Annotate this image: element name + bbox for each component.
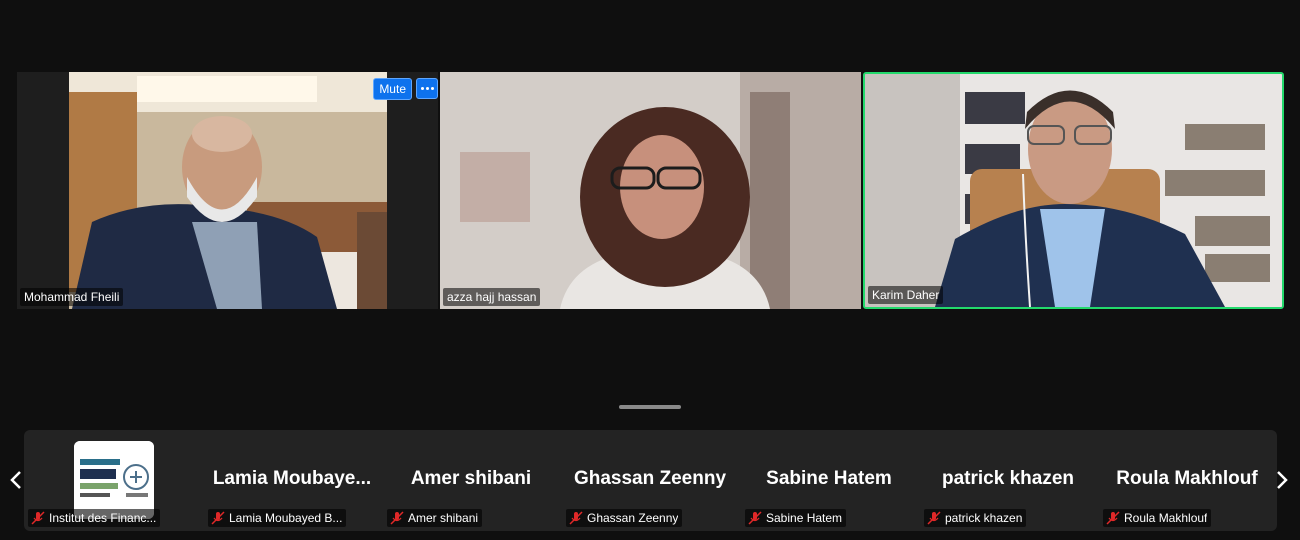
participant-name-tag: Mohammad Fheili — [20, 288, 124, 306]
participant-name-tag: azza hajj hassan — [443, 288, 541, 306]
muted-microphone-icon — [927, 511, 941, 525]
participant-name-tag: Roula Makhlouf — [1103, 509, 1212, 527]
participant-display-name: Lamia Moubaye... — [212, 468, 372, 489]
participant-name-tag: Institut des Financ... — [28, 509, 161, 527]
muted-microphone-icon — [390, 511, 404, 525]
video-tile-karim-daher[interactable]: Karim Daher — [863, 72, 1284, 309]
gallery-participant-sabine-hatem[interactable]: Sabine Hatem Sabine Hatem — [741, 430, 917, 531]
muted-microphone-icon — [569, 511, 583, 525]
participant-logo — [74, 441, 154, 519]
muted-microphone-icon — [31, 511, 45, 525]
gallery-participant-roula-makhlouf[interactable]: Roula Makhlouf Roula Makhlouf — [1099, 430, 1275, 531]
video-tile-azza-hajj-hassan[interactable]: azza hajj hassan — [440, 72, 861, 309]
participant-name-tag: Karim Daher — [868, 286, 944, 304]
chevron-left-icon — [10, 471, 21, 489]
gallery-participant-ghassan-zeenny[interactable]: Ghassan Zeenny Ghassan Zeenny — [562, 430, 738, 531]
gallery-participant-institut[interactable]: Institut des Financ... — [24, 430, 200, 531]
mute-button[interactable]: Mute — [373, 78, 412, 100]
chevron-right-icon — [1277, 471, 1288, 489]
gallery-participant-lamia-moubayed[interactable]: Lamia Moubaye... Lamia Moubayed B... — [204, 430, 380, 531]
participant-name-tag: Lamia Moubayed B... — [208, 509, 347, 527]
participant-name-tag: Amer shibani — [387, 509, 483, 527]
participant-display-name: Roula Makhlouf — [1116, 468, 1258, 489]
participant-display-name: Amer shibani — [410, 468, 532, 489]
participant-display-name: patrick khazen — [942, 468, 1074, 489]
previous-page-button[interactable] — [6, 462, 26, 498]
institute-logo-icon — [74, 441, 154, 519]
ellipsis-icon — [420, 87, 424, 90]
resize-drag-handle[interactable] — [619, 405, 681, 409]
muted-microphone-icon — [211, 511, 225, 525]
participant-video — [17, 72, 438, 309]
participant-display-name: Sabine Hatem — [766, 468, 892, 489]
more-options-button[interactable] — [416, 78, 438, 99]
participant-name-tag: Ghassan Zeenny — [566, 509, 683, 527]
video-tile-mohammad-fheili[interactable]: Mohammad Fheili Mute — [17, 72, 438, 309]
gallery-participant-patrick-khazen[interactable]: patrick khazen patrick khazen — [920, 430, 1096, 531]
next-page-button[interactable] — [1272, 462, 1292, 498]
participant-name-tag: Sabine Hatem — [745, 509, 847, 527]
gallery-participant-amer-shibani[interactable]: Amer shibani Amer shibani — [383, 430, 559, 531]
participant-video — [865, 74, 1282, 307]
participant-name-tag: patrick khazen — [924, 509, 1027, 527]
muted-microphone-icon — [1106, 511, 1120, 525]
participant-video — [440, 72, 861, 309]
participant-display-name: Ghassan Zeenny — [573, 468, 727, 489]
muted-microphone-icon — [748, 511, 762, 525]
